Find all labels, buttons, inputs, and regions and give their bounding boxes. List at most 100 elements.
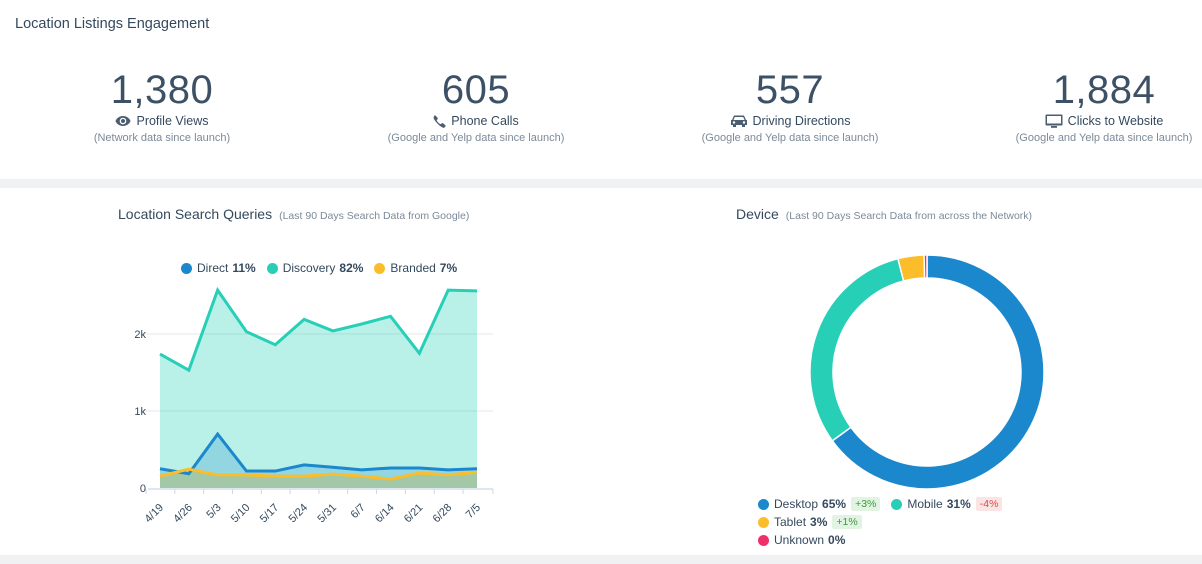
data-point-branded[interactable] xyxy=(185,465,193,473)
legend-item-desktop[interactable]: Desktop 65% +3% xyxy=(758,497,881,511)
legend-label: Unknown xyxy=(774,533,825,547)
legend-item-mobile[interactable]: Mobile 31% -4% xyxy=(891,497,1003,511)
monitor-icon xyxy=(1045,114,1063,128)
data-point-discovery[interactable] xyxy=(329,327,337,335)
x-tick-label: 6/21 xyxy=(402,502,426,526)
data-point-branded[interactable] xyxy=(271,472,279,480)
data-point-branded[interactable] xyxy=(415,469,423,477)
legend-dot xyxy=(758,516,769,528)
x-tick-label: 6/7 xyxy=(349,502,368,521)
data-point-branded[interactable] xyxy=(358,472,366,480)
stat-value: 1,884 xyxy=(1052,68,1156,112)
x-tick-label: 5/10 xyxy=(229,502,253,526)
data-point-branded[interactable] xyxy=(473,468,481,476)
data-point-discovery[interactable] xyxy=(415,349,423,357)
legend-label: Direct xyxy=(197,261,229,275)
stat-value: 605 xyxy=(441,68,511,112)
legend-pct: 0% xyxy=(828,533,846,547)
legend-dot xyxy=(181,262,192,274)
data-point-direct[interactable] xyxy=(300,461,308,469)
section-title: Device xyxy=(736,206,779,222)
device-donut-chart xyxy=(809,254,1045,490)
legend-dot xyxy=(374,262,386,274)
data-point-branded[interactable] xyxy=(214,471,222,479)
search-queries-area-chart: 01k2k4/19 4/26 5/3 5/10 5/17 5/24 5/31 6/7 6/14 6… xyxy=(134,286,494,526)
legend-item-direct[interactable]: Direct 11% xyxy=(181,261,256,275)
phone-icon xyxy=(433,114,446,128)
x-tick-label: 7/5 xyxy=(464,502,483,521)
legend-label: Tablet xyxy=(774,515,807,529)
device-title: Device (Last 90 Days Search Data from acr… xyxy=(736,206,1032,222)
data-point-discovery[interactable] xyxy=(242,328,250,336)
data-point-discovery[interactable] xyxy=(185,366,193,374)
legend-pct: 3% xyxy=(810,515,828,529)
stat-clicks-to-website: 1,884 Clicks to Website (Google and Yelp… xyxy=(974,66,1202,144)
legend-dot xyxy=(758,534,769,546)
x-tick-label: 5/31 xyxy=(315,502,339,526)
data-point-discovery[interactable] xyxy=(387,312,395,320)
car-icon xyxy=(730,114,748,128)
donut-slice-mobile[interactable] xyxy=(809,257,905,442)
delta-badge: -4% xyxy=(975,497,1003,511)
stat-subtitle: (Google and Yelp data since launch) xyxy=(701,132,879,144)
legend-item-branded[interactable]: Branded 7% xyxy=(374,261,457,275)
delta-badge: +3% xyxy=(851,497,881,511)
stat-driving-directions: 557 Driving Directions (Google and Yelp … xyxy=(660,66,920,144)
legend-pct: 31% xyxy=(946,497,971,511)
y-tick-label: 1k xyxy=(134,406,146,418)
x-tick-label: 6/28 xyxy=(431,502,455,526)
data-point-discovery[interactable] xyxy=(473,287,481,295)
legend-pct: 7% xyxy=(439,261,458,275)
stat-subtitle: (Google and Yelp data since launch) xyxy=(1015,132,1193,144)
data-point-discovery[interactable] xyxy=(444,286,452,294)
data-point-branded[interactable] xyxy=(387,475,395,483)
delta-badge: +1% xyxy=(832,515,862,529)
x-tick-label: 5/3 xyxy=(204,502,223,521)
data-point-discovery[interactable] xyxy=(214,286,222,294)
x-tick-label: 4/19 xyxy=(142,502,166,526)
section-title: Location Search Queries xyxy=(118,206,273,222)
data-point-direct[interactable] xyxy=(387,464,395,472)
data-point-direct[interactable] xyxy=(329,463,337,471)
legend-item-tablet[interactable]: Tablet 3% +1% xyxy=(758,515,862,529)
stat-subtitle: (Network data since launch) xyxy=(93,132,231,144)
device-legend: Desktop 65% +3% Mobile 31% -4% Tablet 3% +1… xyxy=(758,497,1118,547)
eye-icon xyxy=(115,115,131,127)
legend-label: Discovery xyxy=(282,261,336,275)
donut-slice-tablet[interactable] xyxy=(896,254,926,282)
legend-item-unknown[interactable]: Unknown 0% xyxy=(758,533,1107,547)
data-point-discovery[interactable] xyxy=(300,315,308,323)
data-point-direct[interactable] xyxy=(156,465,164,473)
stat-label: Clicks to Website xyxy=(1067,114,1164,128)
y-tick-label: 2k xyxy=(134,329,146,341)
x-tick-label: 5/24 xyxy=(287,502,311,526)
data-point-direct[interactable] xyxy=(214,430,222,438)
search-queries-title: Location Search Queries (Last 90 Days Sea… xyxy=(118,206,469,222)
stat-value: 557 xyxy=(755,68,825,112)
legend-pct: 82% xyxy=(339,261,364,275)
stat-phone-calls: 605 Phone Calls (Google and Yelp data si… xyxy=(346,66,606,144)
stat-label: Phone Calls xyxy=(451,114,519,128)
data-point-branded[interactable] xyxy=(300,472,308,480)
data-point-discovery[interactable] xyxy=(358,320,366,328)
legend-dot xyxy=(758,498,769,510)
data-point-branded[interactable] xyxy=(242,471,250,479)
data-point-discovery[interactable] xyxy=(156,350,164,358)
x-tick-label: 4/26 xyxy=(171,502,195,526)
data-point-branded[interactable] xyxy=(444,471,452,479)
donut-slice-unknown[interactable] xyxy=(923,254,928,279)
stat-label: Driving Directions xyxy=(752,114,851,128)
legend-pct: 65% xyxy=(822,497,847,511)
legend-dot xyxy=(266,262,278,274)
data-point-branded[interactable] xyxy=(329,470,337,478)
search-queries-legend: Direct 11% Discovery 82% Branded 7% xyxy=(181,261,468,275)
data-point-discovery[interactable] xyxy=(271,341,279,349)
stat-profile-views: 1,380 Profile Views (Network data since … xyxy=(32,66,292,144)
x-tick-label: 6/14 xyxy=(373,502,397,526)
legend-item-discovery[interactable]: Discovery 82% xyxy=(266,261,364,275)
data-point-branded[interactable] xyxy=(156,472,164,480)
page-title: Location Listings Engagement xyxy=(15,16,210,32)
x-tick-label: 5/17 xyxy=(258,502,282,526)
legend-label: Branded xyxy=(390,261,436,275)
legend-label: Desktop xyxy=(774,497,819,511)
